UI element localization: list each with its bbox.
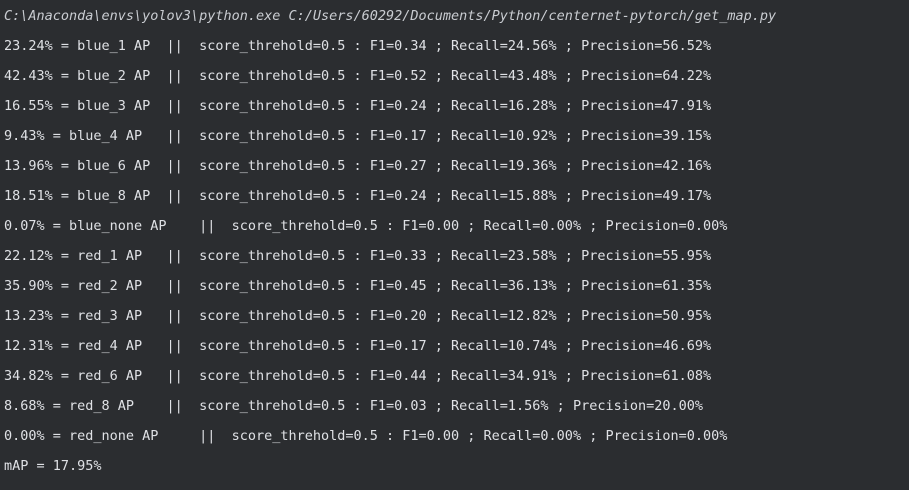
command-line: C:\Anaconda\envs\yolov3\python.exe C:/Us… (4, 8, 777, 24)
result-line-blue-2: 42.43% = blue_2 AP || score_threhold=0.5… (4, 68, 712, 84)
result-line-red-4: 12.31% = red_4 AP || score_threhold=0.5 … (4, 338, 712, 354)
result-line-blue-none: 0.07% = blue_none AP || score_threhold=0… (4, 218, 728, 234)
result-line-red-6: 34.82% = red_6 AP || score_threhold=0.5 … (4, 368, 712, 384)
console-output[interactable]: C:\Anaconda\envs\yolov3\python.exe C:/Us… (0, 0, 909, 490)
result-line-red-2: 35.90% = red_2 AP || score_threhold=0.5 … (4, 278, 712, 294)
result-line-blue-4: 9.43% = blue_4 AP || score_threhold=0.5 … (4, 128, 712, 144)
result-line-blue-3: 16.55% = blue_3 AP || score_threhold=0.5… (4, 98, 712, 114)
result-line-blue-8: 18.51% = blue_8 AP || score_threhold=0.5… (4, 188, 712, 204)
map-summary-line: mAP = 17.95% (4, 458, 102, 474)
result-line-red-3: 13.23% = red_3 AP || score_threhold=0.5 … (4, 308, 712, 324)
result-line-blue-6: 13.96% = blue_6 AP || score_threhold=0.5… (4, 158, 712, 174)
result-line-red-8: 8.68% = red_8 AP || score_threhold=0.5 :… (4, 398, 703, 414)
result-line-blue-1: 23.24% = blue_1 AP || score_threhold=0.5… (4, 38, 712, 54)
result-line-red-1: 22.12% = red_1 AP || score_threhold=0.5 … (4, 248, 712, 264)
result-line-red-none: 0.00% = red_none AP || score_threhold=0.… (4, 428, 728, 444)
